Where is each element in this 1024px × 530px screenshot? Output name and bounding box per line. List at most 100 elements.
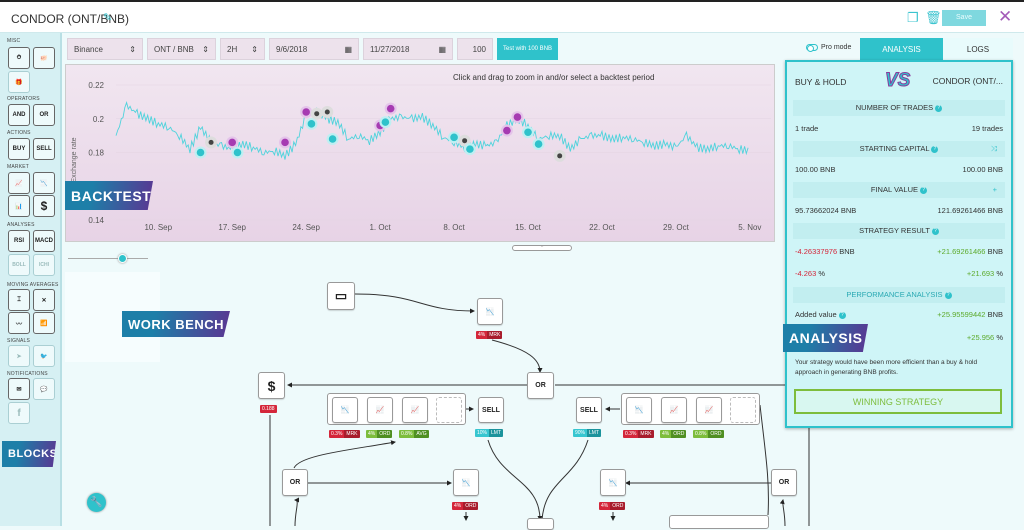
candle-down-node[interactable]: 📉 [600,469,626,496]
trades-header: NUMBER OF TRADES ? [793,100,1005,116]
rsi-block[interactable]: RSI [8,230,30,252]
or-node[interactable]: OR [527,372,554,399]
tab-analysis[interactable]: ANALYSIS [860,38,943,60]
sell-node[interactable]: SELL [478,397,504,423]
blocks-tag: BLOCKS [2,441,56,467]
help-icon[interactable]: ? [920,186,928,194]
calendar-icon[interactable]: ▦ [344,45,352,54]
facebook-icon[interactable]: f [8,402,30,424]
candle-down-node[interactable]: 📉 [453,469,479,496]
tab-logs[interactable]: LOGS [943,38,1013,60]
candle-down-node[interactable]: 📉 [626,397,652,423]
gift-icon[interactable]: 🎁 [8,71,30,93]
trash-icon[interactable]: 🗑 [925,10,942,26]
buy-marker [233,148,242,157]
x-tick-label: 8. Oct [443,223,465,232]
telegram-icon[interactable]: ➤ [8,345,30,367]
settings-wrench-icon[interactable]: 🔧 [87,493,106,512]
help-icon[interactable]: ? [944,291,952,299]
analysis-tag: ANALYSIS [783,324,868,352]
empty-slot[interactable] [436,397,462,423]
price-chart[interactable]: Click and drag to zoom in and/or select … [65,64,775,242]
ma-line-icon[interactable]: 〰 [8,312,30,334]
buy-block[interactable]: BUY [8,138,30,160]
ma-bars-icon[interactable]: 📶 [33,312,55,334]
candle-up-node[interactable]: 📈 [661,397,687,423]
ma-curve-icon[interactable]: ✕ [33,289,55,311]
zoom-slider-knob[interactable] [118,254,127,263]
final-value-row: 95.73662024 BNB 121.69261466 BNB [795,206,1003,215]
order-badge: 4% ORD [366,430,393,438]
buy-marker [466,145,474,153]
test-backtest-button[interactable]: Test with 100 BNB [497,38,559,60]
toggle-icon[interactable] [806,44,818,52]
price-node[interactable]: $ [258,372,285,399]
amount-input[interactable]: 100 [457,38,493,60]
y-tick-label: 0.2 [93,115,105,124]
exchange-value: Binance [74,44,103,54]
pair-select[interactable]: ONT / BNB ⇕ [147,38,216,60]
ichi-block[interactable]: ICHI [33,254,55,276]
order-badge: 4% ORD [660,430,687,438]
partial-node[interactable] [527,518,554,530]
chat-icon[interactable]: 💬 [33,378,55,400]
plus-icon[interactable]: + [993,182,997,198]
chart-canvas[interactable]: 0.22 0.2 0.18 0.14 Exchange rate 10. Sep 17. S… [66,65,776,243]
pro-mode-toggle[interactable]: Pro mode [806,44,851,52]
help-icon[interactable]: ? [838,311,846,319]
chart-resize-handle[interactable]: ^ [512,245,572,251]
help-icon[interactable]: ? [931,227,939,235]
analysis-panel: BUY & HOLD CONDOR (ONT/... NUMBER OF TRA… [785,60,1013,428]
start-date-input[interactable]: 9/6/2018 ▦ [269,38,359,60]
twitter-icon[interactable]: 🐦 [33,345,55,367]
or-node[interactable]: OR [771,469,797,496]
email-icon[interactable]: ✉ [8,378,30,400]
empty-slot[interactable] [730,397,756,423]
sell-block[interactable]: SELL [33,138,55,160]
macd-block[interactable]: MACD [33,230,55,252]
exchange-select[interactable]: Binance ⇕ [67,38,143,60]
order-badge: 0.8% ORD [693,430,724,438]
duplicate-icon[interactable]: ❐ [907,10,919,26]
condition-group[interactable] [669,515,769,529]
sell-marker [302,108,310,116]
backtest-controls: Binance ⇕ ONT / BNB ⇕ 2H ⇕ 9/6/2018 ▦ 11/27/… [67,38,559,60]
candle-up-node[interactable]: 📈 [696,397,722,423]
section-label: ANALYSES [7,222,35,228]
dollar-block[interactable]: $ [33,195,55,217]
candle-up-icon[interactable]: 📈 [8,172,30,194]
bar-chart-icon[interactable]: 📊 [8,195,30,217]
candle-down-node[interactable]: 📉 [332,397,358,423]
edit-pencil-icon[interactable]: ✎ [103,11,112,24]
x-tick-label: 10. Sep [144,223,172,232]
buy-marker [307,120,316,128]
sell-node[interactable]: SELL [576,397,602,423]
zoom-slider-track[interactable] [68,258,148,259]
pair-value: ONT / BNB [154,44,194,54]
candle-down-node[interactable]: 📉 [477,298,503,325]
help-icon[interactable]: ? [931,145,939,153]
piggy-bank-icon[interactable]: 🐖 [33,47,55,69]
order-badge: 0.3% MRK [329,430,360,438]
order-badge: 10% LMT [475,429,504,437]
save-button[interactable]: Save [942,10,986,26]
shuffle-icon[interactable]: ⤨ [991,141,997,157]
help-icon[interactable]: ? [935,104,943,112]
end-date-input[interactable]: 11/27/2018 ▦ [363,38,453,60]
result-header: STRATEGY RESULT ? [793,223,1005,239]
section-label: MARKET [7,164,30,170]
wallet-node[interactable]: ▭ [327,282,355,310]
candle-up-node[interactable]: 📈 [402,397,428,423]
and-block[interactable]: AND [8,104,30,126]
candle-down-icon[interactable]: 📉 [33,172,55,194]
order-badge: 4% ORD [599,502,626,510]
calendar-icon[interactable]: ▦ [438,45,446,54]
or-node[interactable]: OR [282,469,308,496]
or-block[interactable]: OR [33,104,55,126]
interval-select[interactable]: 2H ⇕ [220,38,265,60]
candle-up-node[interactable]: 📈 [367,397,393,423]
ma-cross-icon[interactable]: ⌶ [8,289,30,311]
close-icon[interactable]: ✕ [998,7,1012,27]
boll-block[interactable]: BOLL [8,254,30,276]
timer-icon[interactable]: ⏱ [8,47,30,69]
